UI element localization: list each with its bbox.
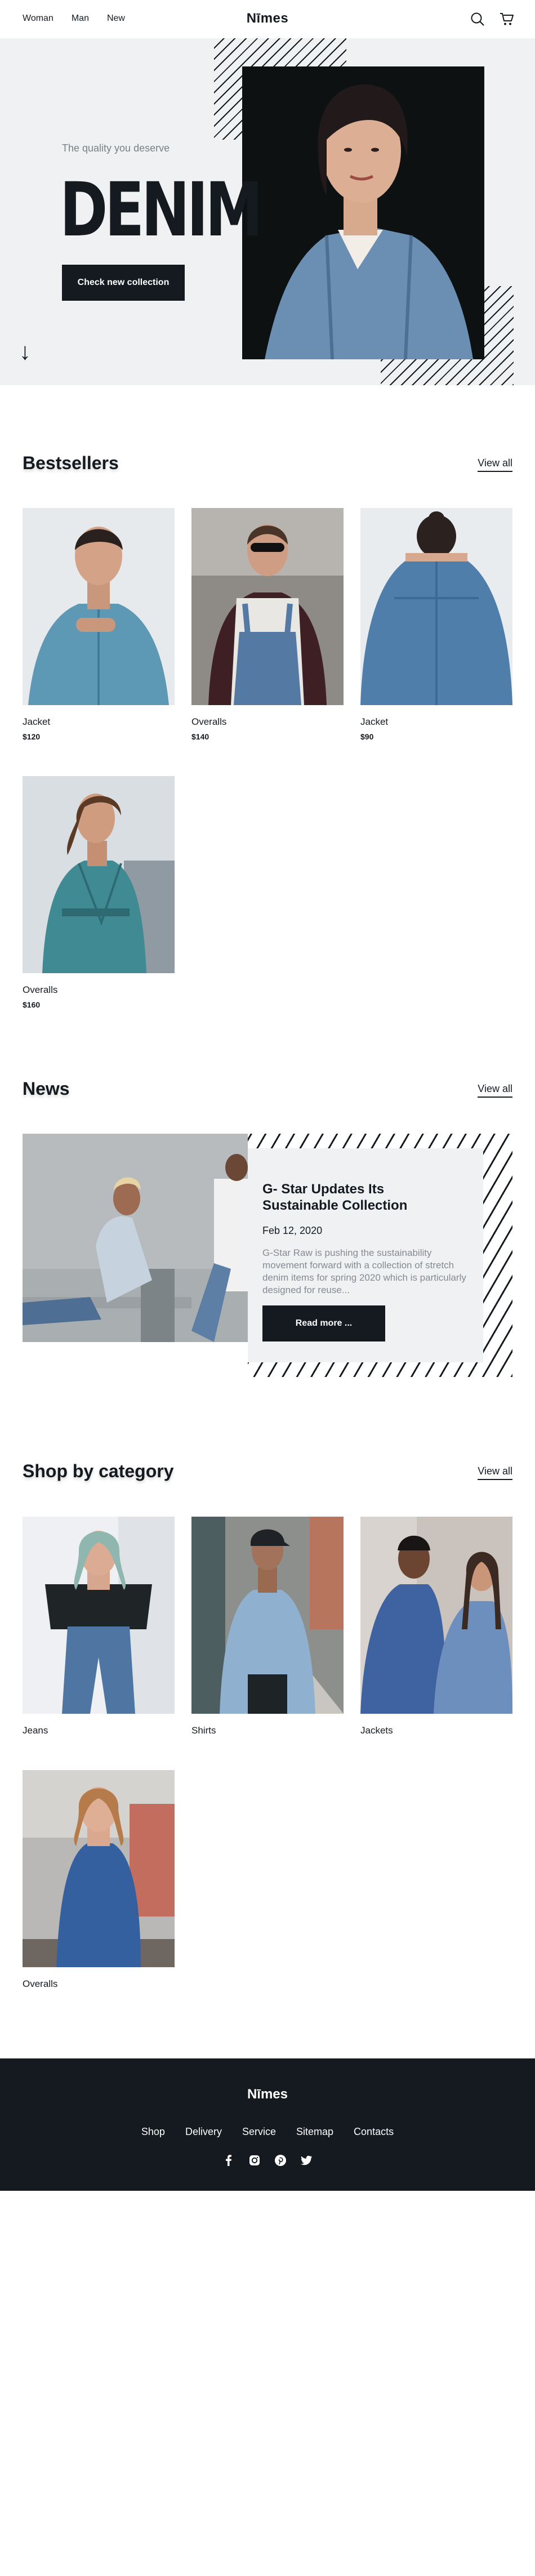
category-photo [360, 1517, 512, 1714]
cart-icon[interactable] [499, 11, 515, 27]
news-article-card: G- Star Updates Its Sustainable Collecti… [248, 1148, 483, 1362]
footer-link-sitemap[interactable]: Sitemap [296, 2126, 333, 2138]
facebook-icon[interactable] [222, 2154, 235, 2167]
view-all-link[interactable]: View all [478, 1465, 512, 1480]
news-excerpt: G-Star Raw is pushing the sustainability… [262, 1247, 466, 1295]
social-links [0, 2154, 535, 2167]
news-section: News View all [0, 1078, 535, 1101]
category-card[interactable]: Jeans [23, 1517, 175, 1736]
news-headline[interactable]: G- Star Updates Its Sustainable Collecti… [262, 1181, 431, 1214]
instagram-icon[interactable] [248, 2154, 261, 2167]
pinterest-icon[interactable] [274, 2154, 287, 2167]
category-card[interactable]: Overalls [23, 1770, 175, 1990]
category-section: Shop by category View all [0, 1461, 535, 1483]
news-date: Feb 12, 2020 [262, 1225, 323, 1236]
top-nav: Woman Man New Nīmes [0, 0, 535, 38]
footer-link-contacts[interactable]: Contacts [354, 2126, 394, 2138]
hero-banner: The quality you deserve DENIM Check new … [0, 38, 535, 385]
bestsellers-header: Bestsellers View all [0, 453, 535, 475]
section-title: Bestsellers [23, 453, 119, 473]
hero-model-photo [242, 66, 484, 359]
category-name: Overalls [23, 1978, 58, 1989]
category-name: Shirts [191, 1725, 216, 1736]
category-name: Jeans [23, 1725, 48, 1736]
section-title: Shop by category [23, 1461, 174, 1481]
product-card[interactable]: Jacket $90 [360, 508, 512, 741]
product-name: Jacket [23, 716, 51, 727]
brand-logo[interactable]: Nīmes [0, 11, 535, 26]
category-header: Shop by category View all [0, 1461, 535, 1483]
product-name: Overalls [191, 716, 227, 727]
product-card[interactable]: Overalls $160 [23, 776, 175, 1009]
category-card[interactable]: Shirts [191, 1517, 344, 1736]
view-all-link[interactable]: View all [478, 1083, 512, 1098]
footer-link-service[interactable]: Service [242, 2126, 276, 2138]
product-price: $140 [191, 732, 209, 741]
product-price: $120 [23, 732, 41, 741]
category-photo [23, 1517, 175, 1714]
read-more-button[interactable]: Read more ... [262, 1305, 385, 1342]
footer-logo[interactable]: Nīmes [0, 2087, 535, 2102]
check-collection-button[interactable]: Check new collection [62, 265, 185, 301]
news-photo [23, 1134, 248, 1342]
product-photo [23, 508, 175, 705]
product-card[interactable]: Overalls $140 [191, 508, 344, 741]
footer-menu: Shop Delivery Service Sitemap Contacts [0, 2126, 535, 2138]
product-photo [191, 508, 344, 705]
product-photo [360, 508, 512, 705]
hero-tagline: The quality you deserve [62, 142, 170, 154]
news-header: News View all [0, 1078, 535, 1101]
footer-link-delivery[interactable]: Delivery [185, 2126, 222, 2138]
view-all-link[interactable]: View all [478, 457, 512, 472]
site-footer: Nīmes Shop Delivery Service Sitemap Cont… [0, 2058, 535, 2191]
category-card[interactable]: Jackets [360, 1517, 512, 1736]
product-card[interactable]: Jacket $120 [23, 508, 175, 741]
product-name: Jacket [360, 716, 389, 727]
search-icon[interactable] [470, 11, 485, 27]
scroll-down-arrow-icon[interactable]: ↓ [19, 340, 31, 363]
hero-title: DENIM [60, 167, 263, 253]
news-card-pattern: G- Star Updates Its Sustainable Collecti… [248, 1134, 512, 1377]
category-photo [23, 1770, 175, 1967]
product-price: $160 [23, 1000, 41, 1009]
product-photo [23, 776, 175, 973]
category-name: Jackets [360, 1725, 393, 1736]
product-price: $90 [360, 732, 374, 741]
nav-actions [470, 11, 515, 27]
bestsellers-section: Bestsellers View all [0, 453, 535, 475]
category-photo [191, 1517, 344, 1714]
section-title: News [23, 1078, 70, 1099]
product-name: Overalls [23, 984, 58, 995]
twitter-icon[interactable] [300, 2154, 313, 2167]
footer-link-shop[interactable]: Shop [141, 2126, 165, 2138]
